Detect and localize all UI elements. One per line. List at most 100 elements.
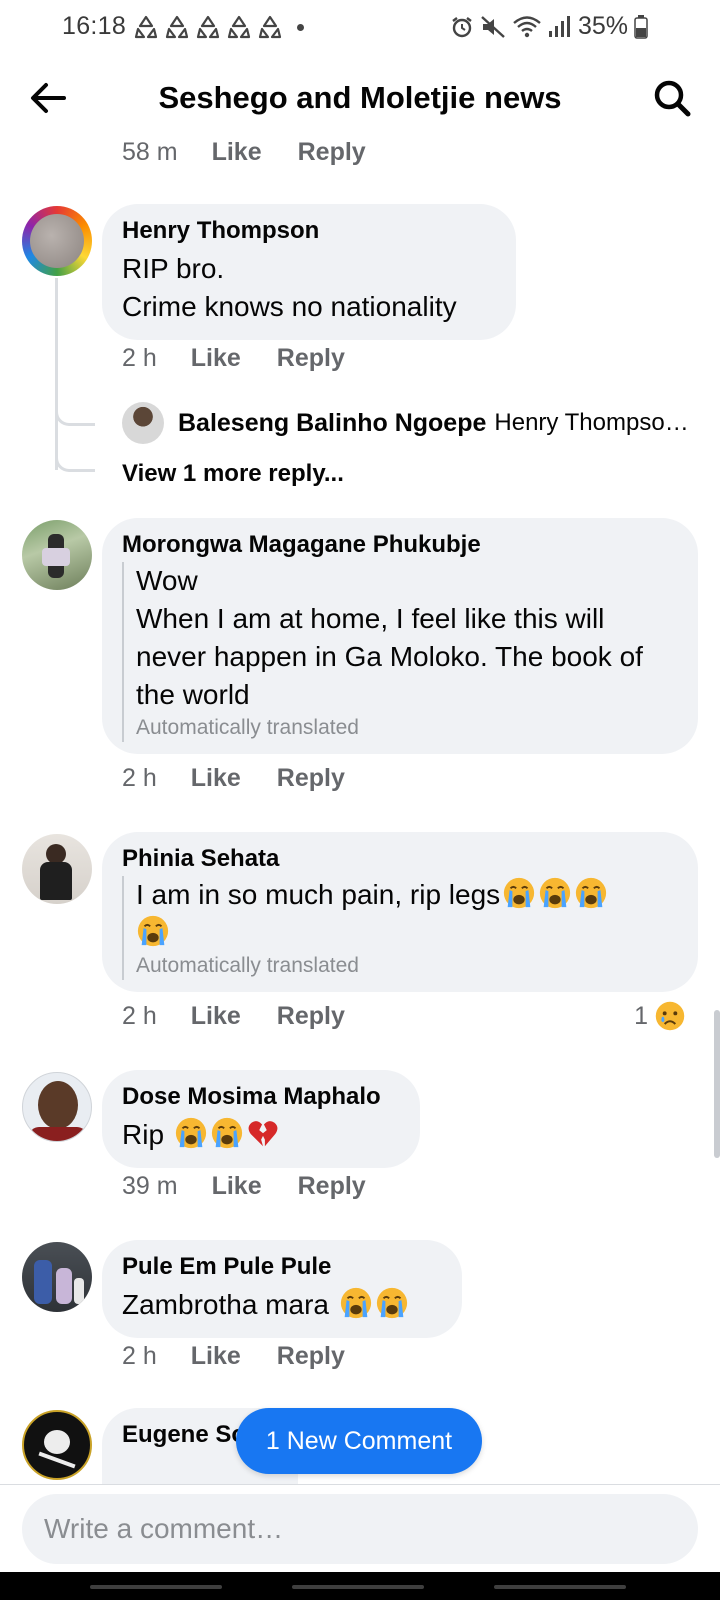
view-more-replies-link[interactable]: View 1 more reply... bbox=[122, 460, 344, 488]
broken-heart-icon bbox=[246, 1116, 280, 1150]
reply-button[interactable]: Reply bbox=[298, 138, 366, 167]
comment-composer[interactable] bbox=[22, 1494, 698, 1564]
signal-icon bbox=[548, 15, 570, 37]
comment-bubble[interactable]: Morongwa Magagane Phukubje Wow When I am… bbox=[102, 518, 698, 754]
thread-line bbox=[55, 278, 58, 470]
status-time: 16:18 bbox=[62, 12, 127, 40]
page-title: Seshego and Moletjie news bbox=[158, 80, 562, 115]
comment-actions: 2 h Like Reply bbox=[122, 344, 345, 373]
top-app-bar: Seshego and Moletjie news bbox=[0, 60, 720, 136]
auto-translated-note[interactable]: Automatically translated bbox=[136, 952, 678, 980]
reply-text: Henry Thompso… bbox=[494, 409, 689, 436]
battery-icon bbox=[634, 14, 648, 39]
reply-button[interactable]: Reply bbox=[298, 1172, 366, 1201]
comment-bubble[interactable]: Henry Thompson RIP bro. Crime knows no n… bbox=[102, 204, 516, 340]
comment-time: 2 h bbox=[122, 344, 157, 372]
comment-author[interactable]: Phinia Sehata bbox=[122, 844, 678, 874]
scrollbar-thumb[interactable] bbox=[714, 1010, 720, 1158]
crying-face-icon bbox=[339, 1286, 373, 1320]
alarm-icon bbox=[452, 16, 472, 37]
avatar[interactable] bbox=[22, 1242, 92, 1312]
like-button[interactable]: Like bbox=[191, 764, 241, 793]
comment-text-line bbox=[136, 914, 678, 952]
avatar[interactable] bbox=[22, 520, 92, 590]
auto-translated-note[interactable]: Automatically translated bbox=[136, 714, 678, 742]
comment-text-line: Zambrotha mara bbox=[122, 1286, 442, 1324]
reply-button[interactable]: Reply bbox=[277, 1342, 345, 1371]
wifi-icon bbox=[513, 15, 541, 37]
crying-face-icon bbox=[538, 876, 572, 910]
comment-bubble[interactable]: Pule Em Pule Pule Zambrotha mara bbox=[102, 1240, 462, 1338]
nav-back-button[interactable] bbox=[494, 1585, 626, 1589]
comment-actions: 2 h Like Reply bbox=[122, 1002, 345, 1031]
nav-recents-button[interactable] bbox=[90, 1585, 222, 1589]
system-icons: 35% bbox=[450, 12, 648, 41]
translated-block: Wow When I am at home, I feel like this … bbox=[122, 562, 678, 742]
like-button[interactable]: Like bbox=[212, 138, 262, 167]
like-button[interactable]: Like bbox=[212, 1172, 262, 1201]
thread-connector bbox=[55, 446, 95, 472]
like-button[interactable]: Like bbox=[191, 1002, 241, 1031]
comment-time: 58 m bbox=[122, 138, 178, 166]
avatar[interactable] bbox=[22, 834, 92, 904]
reply-button[interactable]: Reply bbox=[277, 1002, 345, 1031]
recycle-icon bbox=[227, 15, 251, 39]
reply-button[interactable]: Reply bbox=[277, 344, 345, 373]
translated-block: I am in so much pain, rip legs Automatic… bbox=[122, 876, 678, 980]
avatar[interactable] bbox=[22, 206, 92, 276]
comment-actions: 2 h Like Reply bbox=[122, 764, 345, 793]
comment-time: 2 h bbox=[122, 1342, 157, 1370]
recycle-icon bbox=[196, 15, 220, 39]
comment-text: Rip bbox=[122, 1119, 165, 1150]
reply-avatar[interactable] bbox=[122, 402, 164, 444]
comment-bubble[interactable]: Dose Mosima Maphalo Rip bbox=[102, 1070, 420, 1168]
notification-icons bbox=[133, 14, 283, 40]
crying-face-icon bbox=[210, 1116, 244, 1150]
crying-face-icon bbox=[574, 876, 608, 910]
comment-text: RIP bro. Crime knows no nationality bbox=[122, 253, 457, 322]
comment-text-line: I am in so much pain, rip legs bbox=[136, 876, 678, 914]
more-notifications-dot bbox=[297, 24, 304, 31]
comment-text-line: Rip bbox=[122, 1116, 400, 1154]
crying-face-icon bbox=[174, 1116, 208, 1150]
like-button[interactable]: Like bbox=[191, 1342, 241, 1371]
comment-time: 2 h bbox=[122, 764, 157, 792]
nav-home-button[interactable] bbox=[292, 1585, 424, 1589]
comment-actions: 58 m Like Reply bbox=[122, 138, 366, 167]
comment-author[interactable]: Morongwa Magagane Phukubje bbox=[122, 530, 678, 560]
like-button[interactable]: Like bbox=[191, 344, 241, 373]
battery-percent: 35% bbox=[577, 12, 628, 40]
crying-face-icon bbox=[136, 914, 170, 948]
system-nav-bar bbox=[0, 1572, 720, 1600]
avatar[interactable] bbox=[22, 1410, 92, 1480]
reaction-count: 1 bbox=[634, 1001, 648, 1030]
comment-list[interactable]: 58 m Like Reply Henry Thompson RIP bro. … bbox=[0, 136, 720, 1484]
comment-actions: 39 m Like Reply bbox=[122, 1172, 366, 1201]
crying-face-icon bbox=[375, 1286, 409, 1320]
comment-input[interactable] bbox=[22, 1494, 698, 1564]
comment-author[interactable]: Henry Thompson bbox=[122, 216, 496, 246]
recycle-icon bbox=[165, 15, 189, 39]
sad-face-icon bbox=[654, 1000, 686, 1032]
mute-icon bbox=[481, 15, 505, 38]
comment-author[interactable]: Dose Mosima Maphalo bbox=[122, 1082, 400, 1112]
new-comment-button[interactable]: 1 New Comment bbox=[236, 1408, 482, 1474]
avatar[interactable] bbox=[22, 1072, 92, 1142]
composer-divider bbox=[0, 1484, 720, 1485]
reply-preview[interactable]: Baleseng Balinho Ngoepe Henry Thompso… bbox=[122, 402, 689, 444]
comment-time: 2 h bbox=[122, 1002, 157, 1030]
recycle-icon bbox=[258, 15, 282, 39]
comment-time: 39 m bbox=[122, 1172, 178, 1200]
recycle-icon bbox=[134, 15, 158, 39]
search-icon[interactable] bbox=[650, 76, 694, 120]
reaction-summary[interactable]: 1 bbox=[634, 1000, 686, 1032]
thread-connector bbox=[55, 396, 95, 426]
comment-bubble[interactable]: Phinia Sehata I am in so much pain, rip … bbox=[102, 832, 698, 992]
reply-author[interactable]: Baleseng Balinho Ngoepe bbox=[178, 409, 486, 438]
comment-text: Wow When I am at home, I feel like this … bbox=[136, 565, 643, 710]
comment-author[interactable]: Pule Em Pule Pule bbox=[122, 1252, 442, 1282]
comment-actions: 2 h Like Reply bbox=[122, 1342, 345, 1371]
crying-face-icon bbox=[502, 876, 536, 910]
reply-button[interactable]: Reply bbox=[277, 764, 345, 793]
status-bar: 16:18 35% bbox=[0, 0, 720, 56]
